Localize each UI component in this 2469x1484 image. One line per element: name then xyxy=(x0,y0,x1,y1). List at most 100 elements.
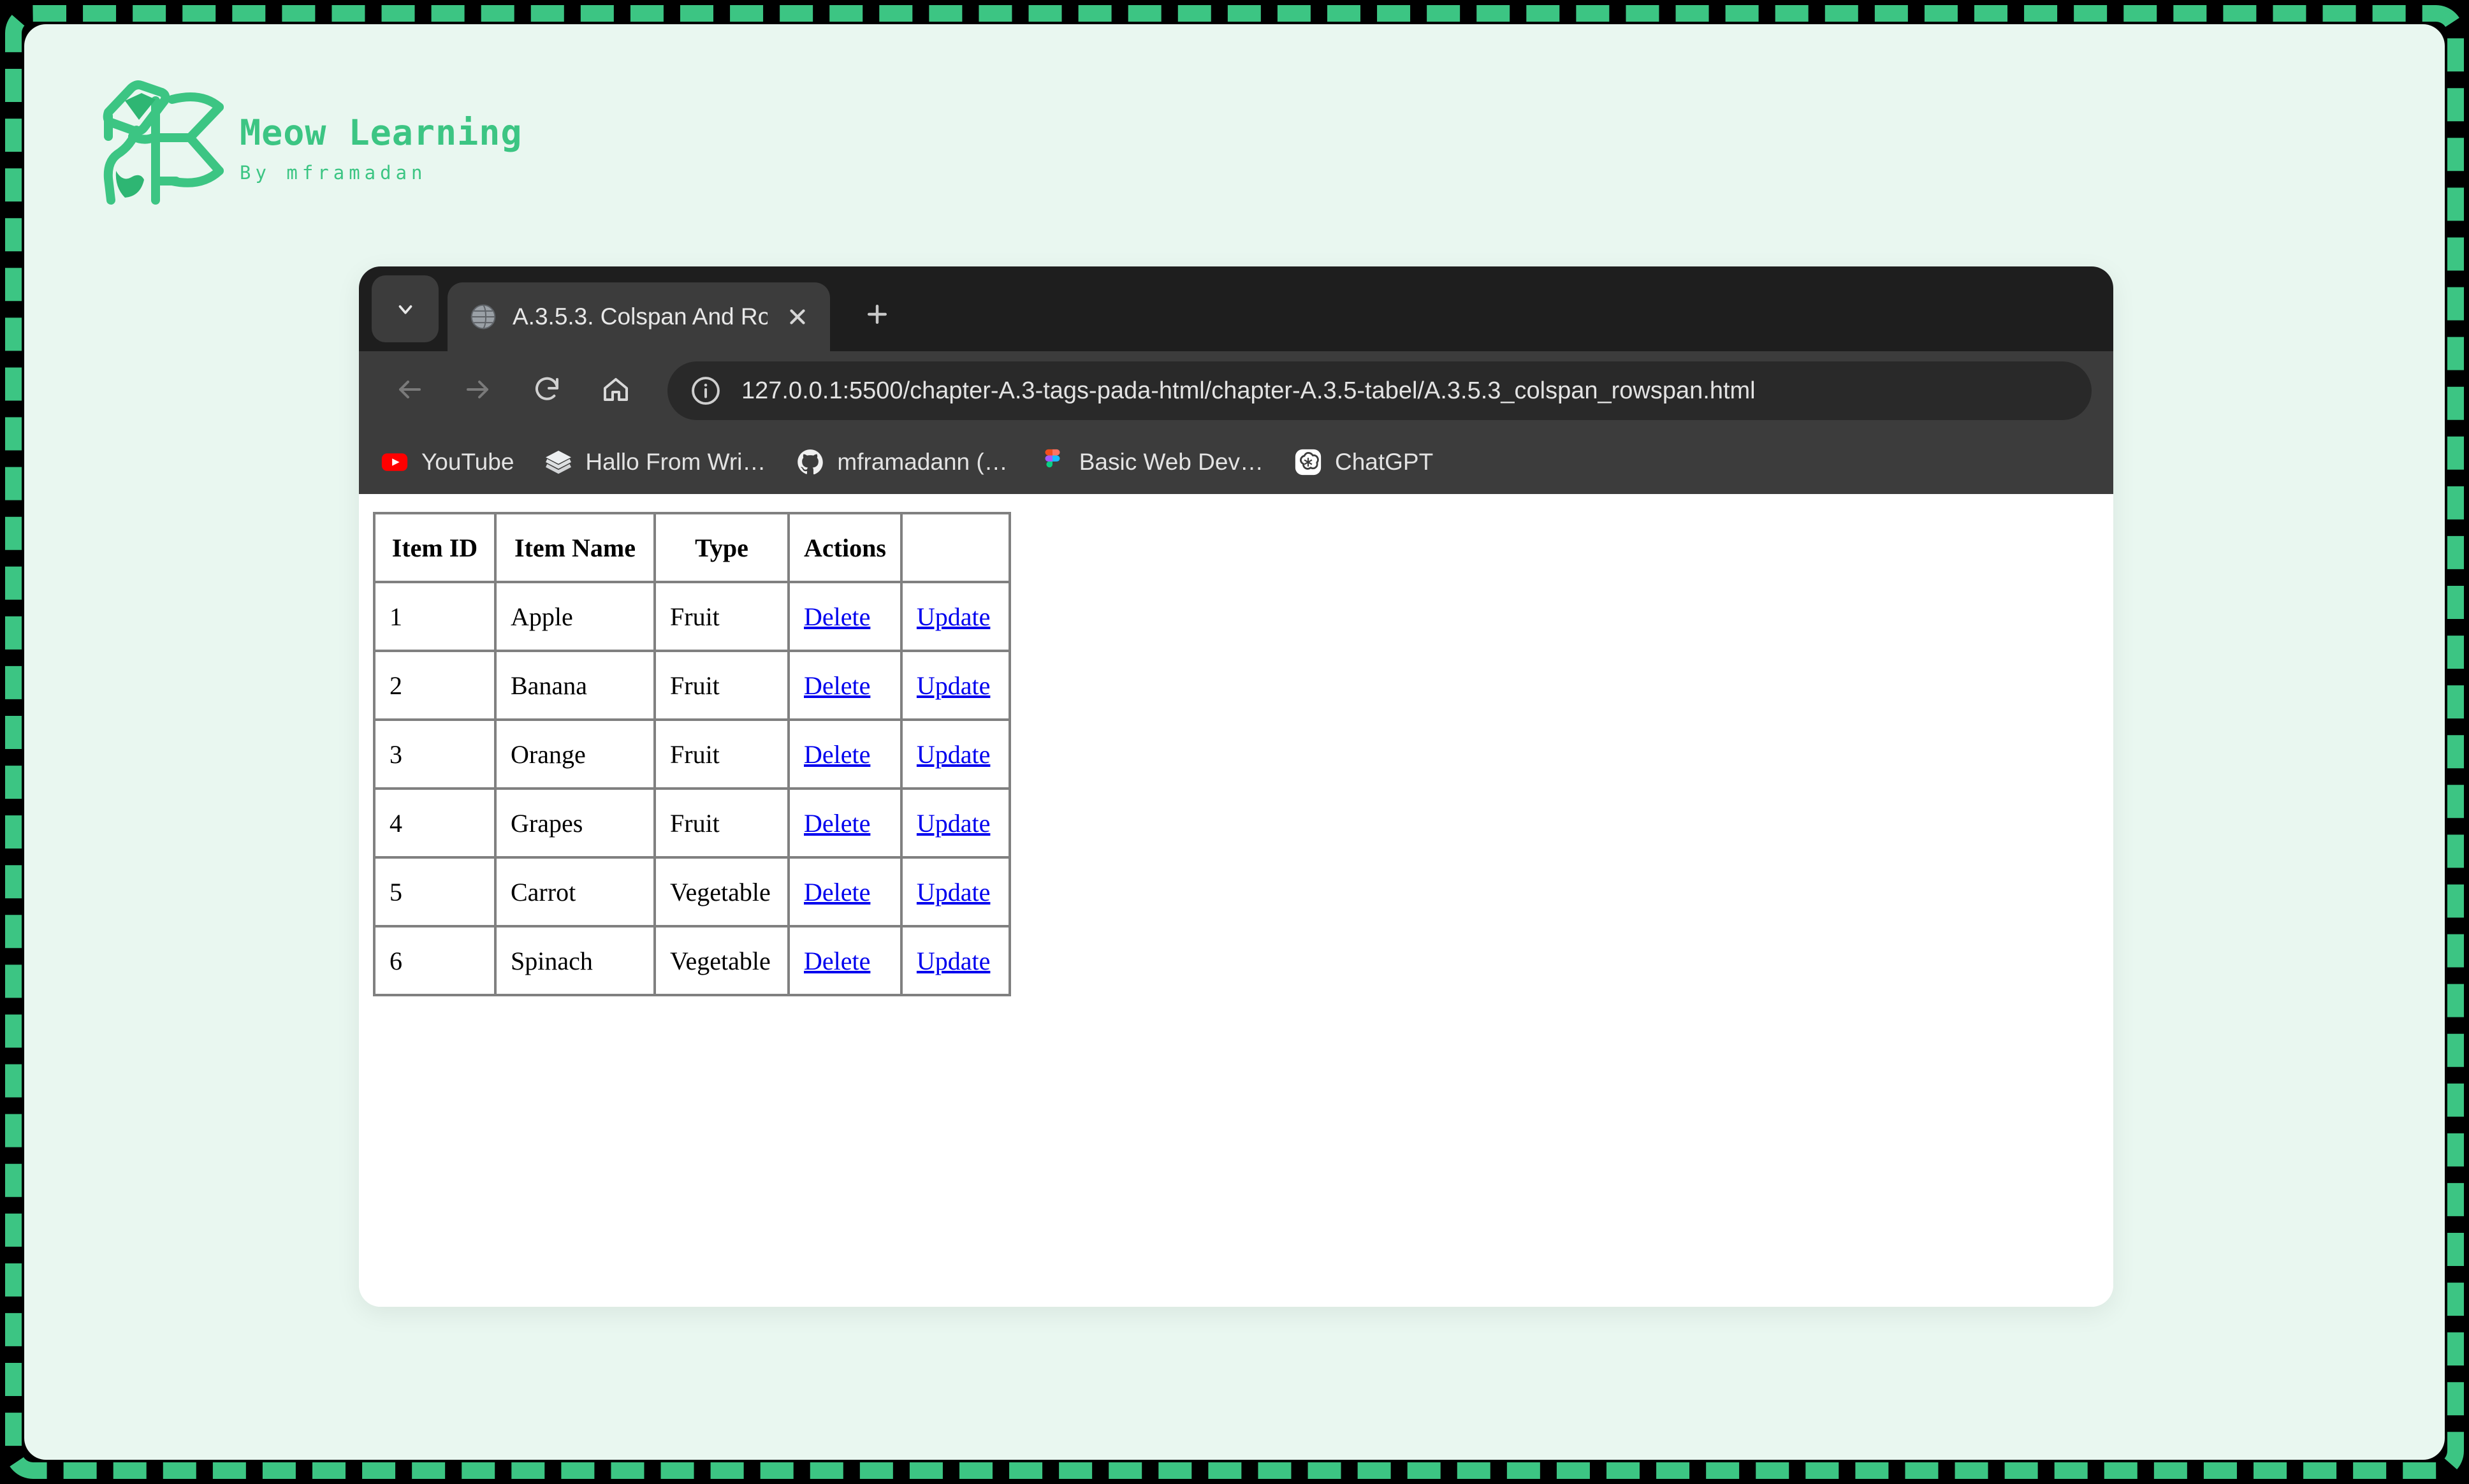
cell-item-id: 3 xyxy=(374,720,495,789)
column-header-item-name: Item Name xyxy=(495,513,655,582)
table-header-row: Item ID Item Name Type Actions xyxy=(374,513,1010,582)
table-row: 3 Orange Fruit Delete Update xyxy=(374,720,1010,789)
browser-tab-strip: A.3.5.3. Colspan And Row… xyxy=(359,266,2113,351)
column-header-item-id: Item ID xyxy=(374,513,495,582)
browser-tab-active[interactable]: A.3.5.3. Colspan And Row… xyxy=(448,282,830,351)
new-tab-button[interactable] xyxy=(847,285,908,346)
screenshot-frame: Meow Learning By mframadan A.3.5.3. Cols… xyxy=(0,0,2469,1484)
brand-title: Meow Learning xyxy=(240,112,523,153)
bookmark-youtube[interactable]: YouTube xyxy=(379,447,514,477)
cell-item-name: Spinach xyxy=(495,926,655,995)
update-link[interactable]: Update xyxy=(917,878,991,906)
delete-link[interactable]: Delete xyxy=(804,740,870,769)
arrow-right-icon xyxy=(463,374,493,408)
bookmark-chatgpt[interactable]: ChatGPT xyxy=(1293,447,1433,477)
layers-icon xyxy=(543,447,574,477)
cell-item-id: 4 xyxy=(374,789,495,857)
update-link[interactable]: Update xyxy=(917,947,991,975)
bookmarks-bar: YouTube Hallo From Wri… mframadann (… Ba… xyxy=(359,430,2113,494)
bookmark-label: mframadann (… xyxy=(837,449,1008,475)
home-button[interactable] xyxy=(585,360,647,422)
arrow-left-icon xyxy=(394,374,425,408)
cell-action-update: Update xyxy=(901,926,1010,995)
tab-search-button[interactable] xyxy=(372,275,439,342)
cell-item-name: Banana xyxy=(495,651,655,720)
cell-action-delete: Delete xyxy=(789,926,901,995)
cell-action-update: Update xyxy=(901,582,1010,651)
cell-item-name: Carrot xyxy=(495,857,655,926)
chatgpt-icon xyxy=(1293,447,1323,477)
info-circle-icon[interactable] xyxy=(689,374,722,407)
bookmark-hallo-from-writer[interactable]: Hallo From Wri… xyxy=(543,447,766,477)
cell-action-delete: Delete xyxy=(789,582,901,651)
figma-icon xyxy=(1037,447,1068,477)
cell-action-delete: Delete xyxy=(789,857,901,926)
browser-toolbar: 127.0.0.1:5500/chapter-A.3-tags-pada-htm… xyxy=(359,351,2113,430)
meow-learning-logo-icon xyxy=(94,75,228,209)
address-bar-url: 127.0.0.1:5500/chapter-A.3-tags-pada-htm… xyxy=(741,377,1756,404)
brand-subtitle: By mframadan xyxy=(240,162,427,184)
delete-link[interactable]: Delete xyxy=(804,947,870,975)
reload-icon xyxy=(532,374,562,408)
cell-action-update: Update xyxy=(901,789,1010,857)
delete-link[interactable]: Delete xyxy=(804,671,870,700)
cell-item-name: Orange xyxy=(495,720,655,789)
cell-action-update: Update xyxy=(901,857,1010,926)
cell-type: Fruit xyxy=(655,651,789,720)
column-header-actions: Actions xyxy=(789,513,901,582)
column-header-empty xyxy=(901,513,1010,582)
cell-item-id: 5 xyxy=(374,857,495,926)
brand-header: Meow Learning By mframadan xyxy=(94,75,522,209)
column-header-type: Type xyxy=(655,513,789,582)
update-link[interactable]: Update xyxy=(917,740,991,769)
items-table: Item ID Item Name Type Actions 1 Apple F… xyxy=(373,512,1011,996)
back-button[interactable] xyxy=(378,360,441,422)
cell-action-update: Update xyxy=(901,651,1010,720)
table-row: 1 Apple Fruit Delete Update xyxy=(374,582,1010,651)
page-viewport: Item ID Item Name Type Actions 1 Apple F… xyxy=(359,494,2113,1307)
reload-button[interactable] xyxy=(516,360,578,422)
cell-type: Fruit xyxy=(655,789,789,857)
browser-window: A.3.5.3. Colspan And Row… xyxy=(359,266,2113,1307)
table-row: 2 Banana Fruit Delete Update xyxy=(374,651,1010,720)
cell-action-delete: Delete xyxy=(789,651,901,720)
cell-action-update: Update xyxy=(901,720,1010,789)
table-row: 6 Spinach Vegetable Delete Update xyxy=(374,926,1010,995)
globe-icon xyxy=(469,303,497,331)
github-icon xyxy=(795,447,826,477)
cell-item-id: 1 xyxy=(374,582,495,651)
delete-link[interactable]: Delete xyxy=(804,878,870,906)
delete-link[interactable]: Delete xyxy=(804,809,870,838)
cell-type: Fruit xyxy=(655,582,789,651)
browser-tab-title: A.3.5.3. Colspan And Row… xyxy=(513,303,768,330)
cell-action-delete: Delete xyxy=(789,789,901,857)
table-row: 5 Carrot Vegetable Delete Update xyxy=(374,857,1010,926)
plus-icon xyxy=(863,300,891,331)
page-surface: Meow Learning By mframadan A.3.5.3. Cols… xyxy=(24,24,2445,1460)
cell-action-delete: Delete xyxy=(789,720,901,789)
cell-type: Vegetable xyxy=(655,926,789,995)
delete-link[interactable]: Delete xyxy=(804,602,870,631)
update-link[interactable]: Update xyxy=(917,602,991,631)
items-table-head: Item ID Item Name Type Actions xyxy=(374,513,1010,582)
cell-item-name: Grapes xyxy=(495,789,655,857)
forward-button[interactable] xyxy=(447,360,509,422)
address-bar[interactable]: 127.0.0.1:5500/chapter-A.3-tags-pada-htm… xyxy=(667,361,2092,420)
cell-type: Vegetable xyxy=(655,857,789,926)
youtube-icon xyxy=(379,447,410,477)
cell-item-id: 2 xyxy=(374,651,495,720)
home-icon xyxy=(601,374,631,408)
close-icon[interactable] xyxy=(783,302,812,331)
cell-item-name: Apple xyxy=(495,582,655,651)
cell-item-id: 6 xyxy=(374,926,495,995)
bookmark-basic-web-dev[interactable]: Basic Web Dev… xyxy=(1037,447,1264,477)
update-link[interactable]: Update xyxy=(917,671,991,700)
bookmark-label: Basic Web Dev… xyxy=(1079,449,1264,475)
cell-type: Fruit xyxy=(655,720,789,789)
bookmark-github-mframadann[interactable]: mframadann (… xyxy=(795,447,1008,477)
chevron-down-icon xyxy=(395,298,416,320)
bookmark-label: ChatGPT xyxy=(1334,449,1434,475)
table-row: 4 Grapes Fruit Delete Update xyxy=(374,789,1010,857)
bookmark-label: YouTube xyxy=(421,449,514,475)
update-link[interactable]: Update xyxy=(917,809,991,838)
